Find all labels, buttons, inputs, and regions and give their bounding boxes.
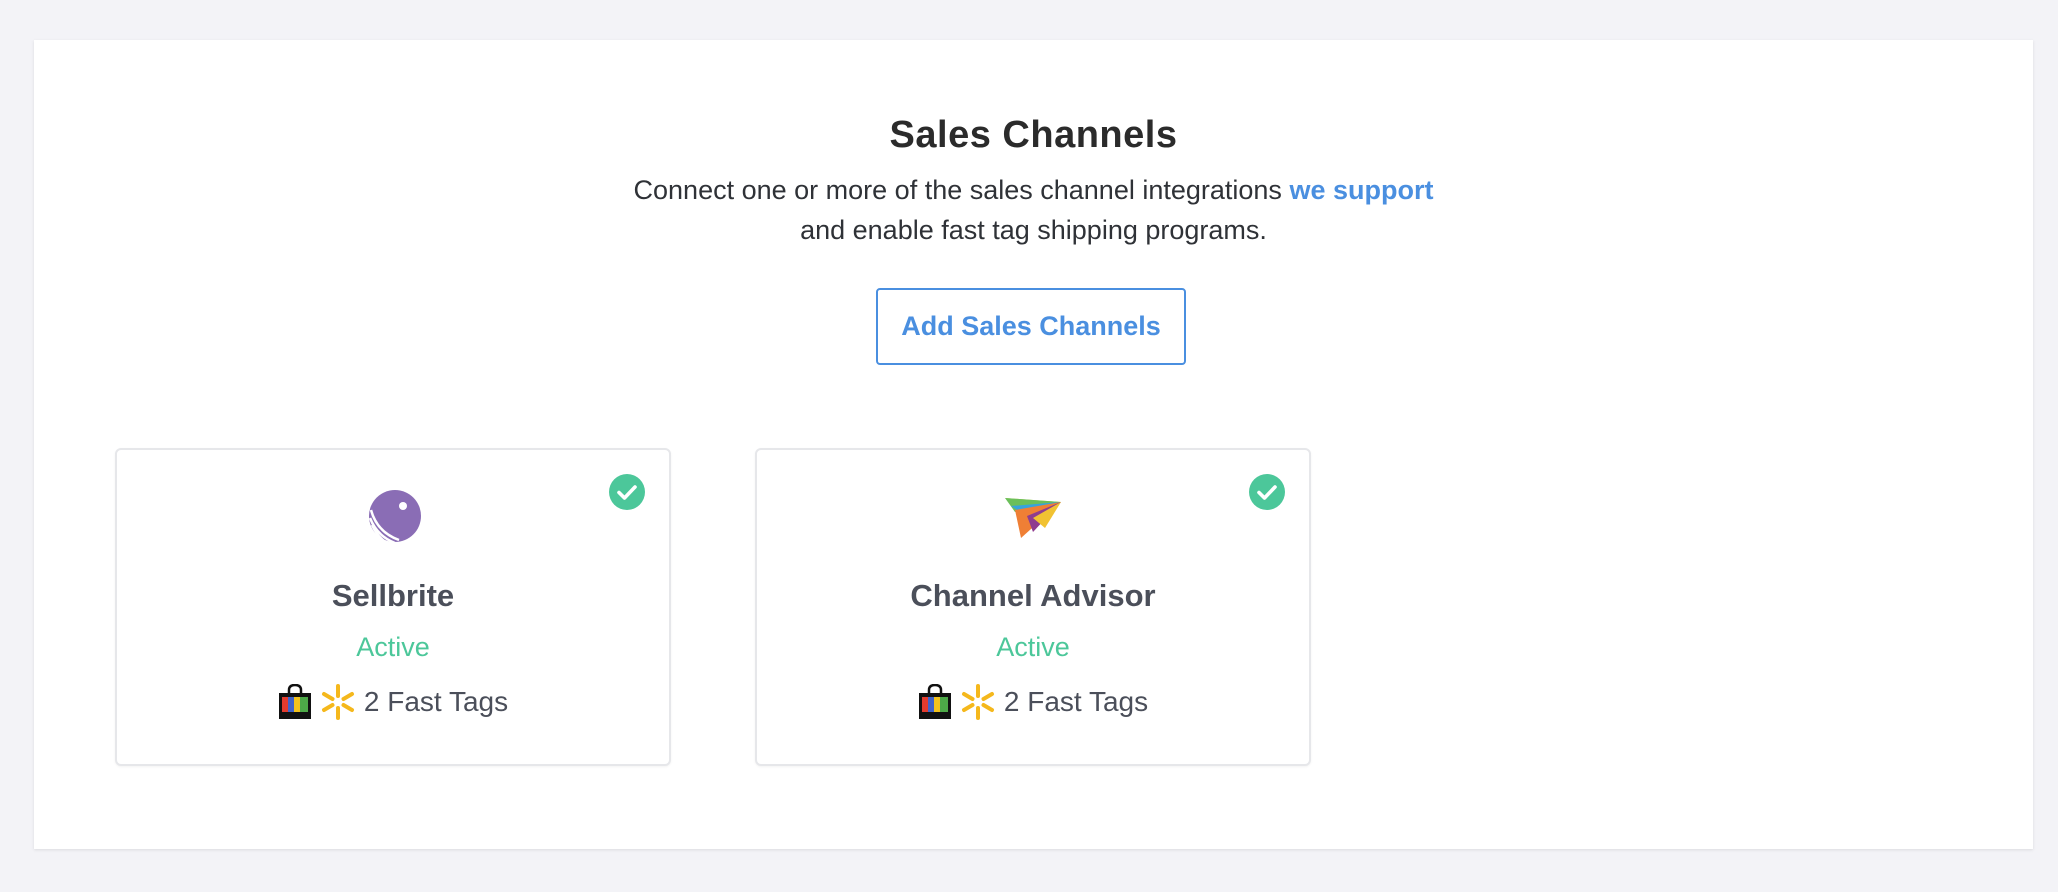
- sellbrite-logo-icon: [368, 490, 421, 547]
- channel-card-sellbrite[interactable]: Sellbrite Active 2 Fast Tags: [115, 448, 671, 766]
- check-circle-icon: [609, 474, 645, 510]
- channel-advisor-logo-icon: [1005, 498, 1061, 538]
- page-title: Sales Channels: [889, 114, 1178, 156]
- fast-tags-count: 2 Fast Tags: [1003, 686, 1149, 717]
- channel-name: Sellbrite: [331, 578, 455, 613]
- subtitle-text: Connect one or more of the sales channel…: [633, 175, 1290, 205]
- walmart-spark-icon: [321, 684, 354, 720]
- we-support-link[interactable]: we support: [1289, 175, 1433, 205]
- channel-name: Channel Advisor: [910, 578, 1156, 613]
- channel-card-channel-advisor[interactable]: Channel Advisor Active 2 Fast Tags: [755, 448, 1311, 766]
- add-sales-channels-button[interactable]: Add Sales Channels: [876, 288, 1186, 365]
- fast-tags-row: 2 Fast Tags: [757, 684, 1309, 720]
- shopping-bag-icon: [278, 684, 311, 719]
- sales-channels-panel: Sales Channels Connect one or more of th…: [34, 40, 2033, 849]
- shopping-bag-icon: [918, 684, 951, 719]
- fast-tags-row: 2 Fast Tags: [117, 684, 669, 720]
- subtitle-text-line2: and enable fast tag shipping programs.: [800, 215, 1267, 245]
- fast-tags-count: 2 Fast Tags: [363, 686, 509, 717]
- channel-status: Active: [356, 632, 430, 662]
- check-circle-icon: [1249, 474, 1285, 510]
- page-subtitle: Connect one or more of the sales channel…: [34, 170, 2033, 250]
- channel-status: Active: [996, 632, 1070, 662]
- walmart-spark-icon: [961, 684, 994, 720]
